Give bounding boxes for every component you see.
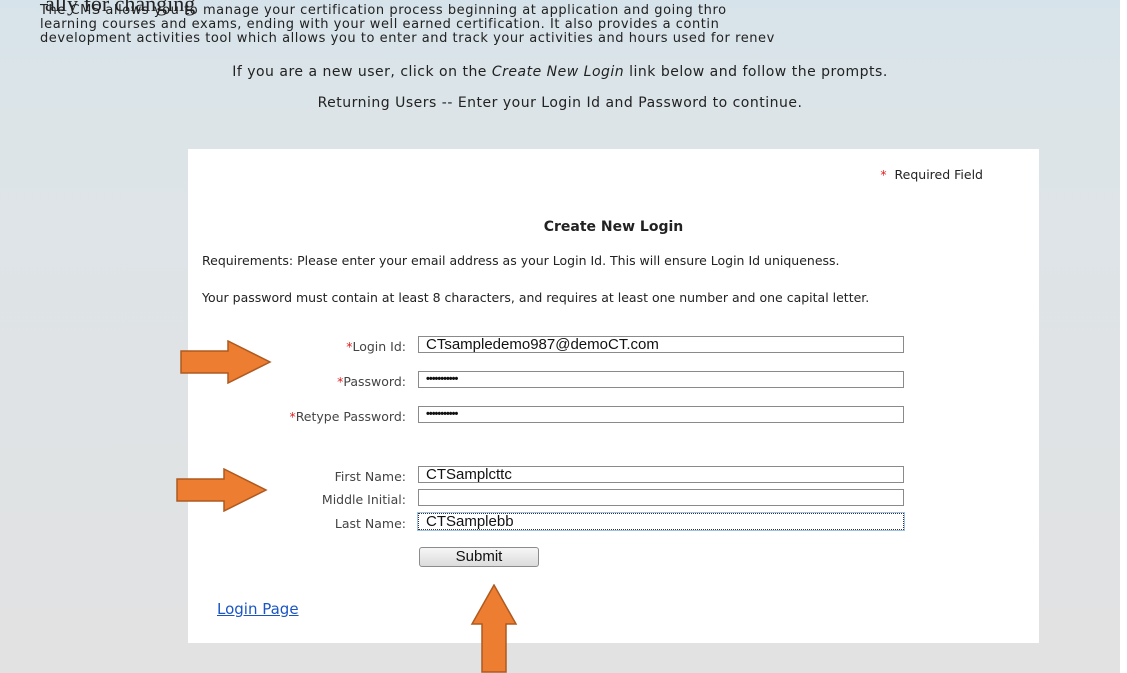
create-new-login-mention: Create New Login [491, 64, 625, 80]
middle-initial-label: Middle Initial: [321, 492, 406, 507]
arrow-right-icon [180, 340, 272, 384]
required-asterisk: * [880, 167, 887, 182]
middle-initial-input[interactable] [418, 489, 904, 506]
required-field-note: * Required Field [880, 167, 983, 182]
password-input[interactable]: ••••••••••• [418, 371, 904, 388]
login-id-input[interactable]: CTsampledemo987@demoCT.com [418, 336, 904, 353]
last-name-input[interactable]: CTSamplebb [417, 512, 905, 531]
retype-password-input[interactable]: ••••••••••• [418, 406, 904, 423]
arrow-up-icon [470, 584, 518, 673]
create-login-panel: * Required Field Create New Login Requir… [188, 149, 1039, 643]
password-label: *Password: [337, 374, 406, 389]
login-page-link[interactable]: Login Page [217, 600, 299, 618]
new-user-suffix: link below and follow the prompts. [624, 64, 888, 80]
intro-line: The CMS allows you to manage your certif… [40, 4, 727, 18]
returning-users-instruction: Returning Users -- Enter your Login Id a… [317, 95, 803, 111]
requirements-text: Requirements: Please enter your email ad… [202, 253, 840, 268]
submit-button[interactable]: Submit [419, 547, 539, 567]
retype-password-label: *Retype Password: [289, 409, 406, 424]
retype-password-row: *Retype Password: [188, 406, 406, 426]
last-name-label: Last Name: [334, 516, 406, 531]
intro-paragraph: The CMS allows you to manage your certif… [0, 4, 1120, 45]
form-title: Create New Login [543, 219, 684, 235]
first-name-label: First Name: [334, 469, 406, 484]
last-name-row: Last Name: [188, 513, 406, 533]
new-user-prefix: If you are a new user, click on the [232, 64, 492, 80]
password-rule-text: Your password must contain at least 8 ch… [202, 290, 870, 305]
intro-line: learning courses and exams, ending with … [40, 17, 720, 32]
new-user-instruction: If you are a new user, click on the Crea… [0, 64, 1120, 80]
intro-line: development activities tool which allows… [40, 31, 775, 45]
first-name-input[interactable]: CTSamplcttc [418, 466, 904, 483]
arrow-right-icon [176, 468, 268, 512]
required-field-label: Required Field [894, 167, 983, 182]
login-id-label: *Login Id: [346, 339, 406, 354]
